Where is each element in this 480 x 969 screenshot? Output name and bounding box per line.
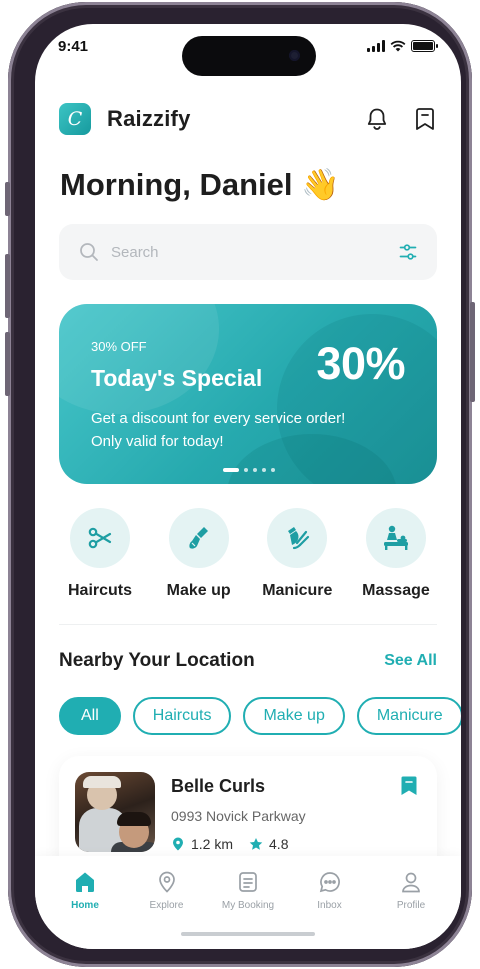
power-button bbox=[470, 302, 475, 402]
volume-down-button bbox=[5, 332, 10, 396]
wifi-icon bbox=[390, 40, 406, 52]
tab-explore[interactable]: Explore bbox=[131, 870, 203, 911]
banner-title: Today's Special bbox=[91, 365, 263, 391]
banner-description-2: Only valid for today! bbox=[91, 433, 224, 450]
salon-name: Belle Curls bbox=[171, 776, 266, 796]
search-input[interactable] bbox=[111, 243, 399, 261]
tab-my-booking[interactable]: My Booking bbox=[212, 870, 284, 911]
promo-banner[interactable]: 30% OFF Today's Special 30% Get a discou… bbox=[59, 304, 437, 484]
banner-percent: 30% bbox=[316, 338, 405, 389]
salon-distance: 1.2 km bbox=[191, 836, 234, 852]
filter-icon[interactable] bbox=[399, 243, 417, 261]
profile-icon bbox=[399, 870, 423, 894]
carousel-dot[interactable] bbox=[253, 468, 257, 472]
salon-address: 0993 Novick Parkway bbox=[171, 808, 306, 824]
status-icons bbox=[367, 40, 438, 52]
greeting-heading: Morning, Daniel 👋 bbox=[60, 167, 340, 202]
massage-icon bbox=[383, 525, 408, 550]
search-icon bbox=[80, 243, 98, 261]
mute-switch bbox=[5, 182, 10, 216]
filter-chip-haircuts[interactable]: Haircuts bbox=[132, 697, 232, 735]
app-logo: C bbox=[59, 103, 91, 135]
tab-inbox[interactable]: Inbox bbox=[294, 870, 366, 911]
home-icon bbox=[73, 870, 97, 894]
salon-photo bbox=[75, 772, 155, 852]
filter-chips: All Haircuts Make up Manicure bbox=[59, 697, 461, 735]
category-manicure[interactable]: Manicure bbox=[256, 508, 338, 600]
scissors-icon bbox=[88, 527, 112, 549]
waving-hand-emoji: 👋 bbox=[301, 167, 340, 202]
notification-bell-icon[interactable] bbox=[365, 107, 389, 131]
filter-chip-all[interactable]: All bbox=[59, 697, 121, 735]
app-header: C Raizzify bbox=[59, 102, 437, 136]
app-screen: 9:41 C Raizzify Morning, Daniel 👋 Search… bbox=[35, 24, 461, 949]
tab-profile[interactable]: Profile bbox=[375, 870, 447, 911]
app-name: Raizzify bbox=[107, 106, 191, 131]
filter-chip-manicure[interactable]: Manicure bbox=[356, 697, 461, 735]
carousel-dot[interactable] bbox=[271, 468, 275, 472]
volume-up-button bbox=[5, 254, 10, 318]
location-pin-icon bbox=[171, 837, 185, 851]
carousel-dot-active[interactable] bbox=[223, 468, 239, 472]
see-all-link[interactable]: See All bbox=[384, 652, 437, 670]
section-divider bbox=[59, 624, 437, 625]
carousel-dot[interactable] bbox=[262, 468, 266, 472]
carousel-indicator[interactable] bbox=[223, 468, 275, 472]
carousel-dot[interactable] bbox=[244, 468, 248, 472]
makeup-brush-icon bbox=[189, 527, 208, 549]
nail-polish-icon bbox=[288, 527, 310, 550]
status-time: 9:41 bbox=[58, 38, 89, 55]
banner-description: Get a discount for every service order! bbox=[91, 410, 346, 427]
salon-meta: 1.2 km 4.8 bbox=[171, 836, 288, 852]
salon-rating: 4.8 bbox=[269, 836, 289, 852]
category-list: Haircuts Make up Manicure Massage bbox=[59, 508, 437, 600]
nearby-section-title: Nearby Your Location bbox=[59, 650, 255, 671]
category-make-up[interactable]: Make up bbox=[158, 508, 240, 600]
tab-home[interactable]: Home bbox=[49, 870, 121, 911]
phone-frame: 9:41 C Raizzify Morning, Daniel 👋 Search… bbox=[5, 2, 475, 967]
category-massage[interactable]: Massage bbox=[355, 508, 437, 600]
cellular-signal-icon bbox=[367, 40, 385, 52]
salon-bookmark-icon[interactable] bbox=[401, 776, 417, 801]
booking-icon bbox=[236, 870, 260, 894]
filter-chip-make-up[interactable]: Make up bbox=[243, 697, 345, 735]
dynamic-island bbox=[182, 36, 316, 76]
category-haircuts[interactable]: Haircuts bbox=[59, 508, 141, 600]
chat-icon bbox=[318, 870, 342, 894]
search-bar[interactable] bbox=[59, 224, 437, 280]
location-pin-icon bbox=[155, 870, 179, 894]
battery-icon bbox=[411, 40, 438, 52]
banner-discount-label: 30% OFF bbox=[91, 339, 147, 354]
home-indicator bbox=[181, 932, 315, 936]
bookmark-icon[interactable] bbox=[413, 107, 437, 131]
star-icon bbox=[249, 837, 263, 851]
